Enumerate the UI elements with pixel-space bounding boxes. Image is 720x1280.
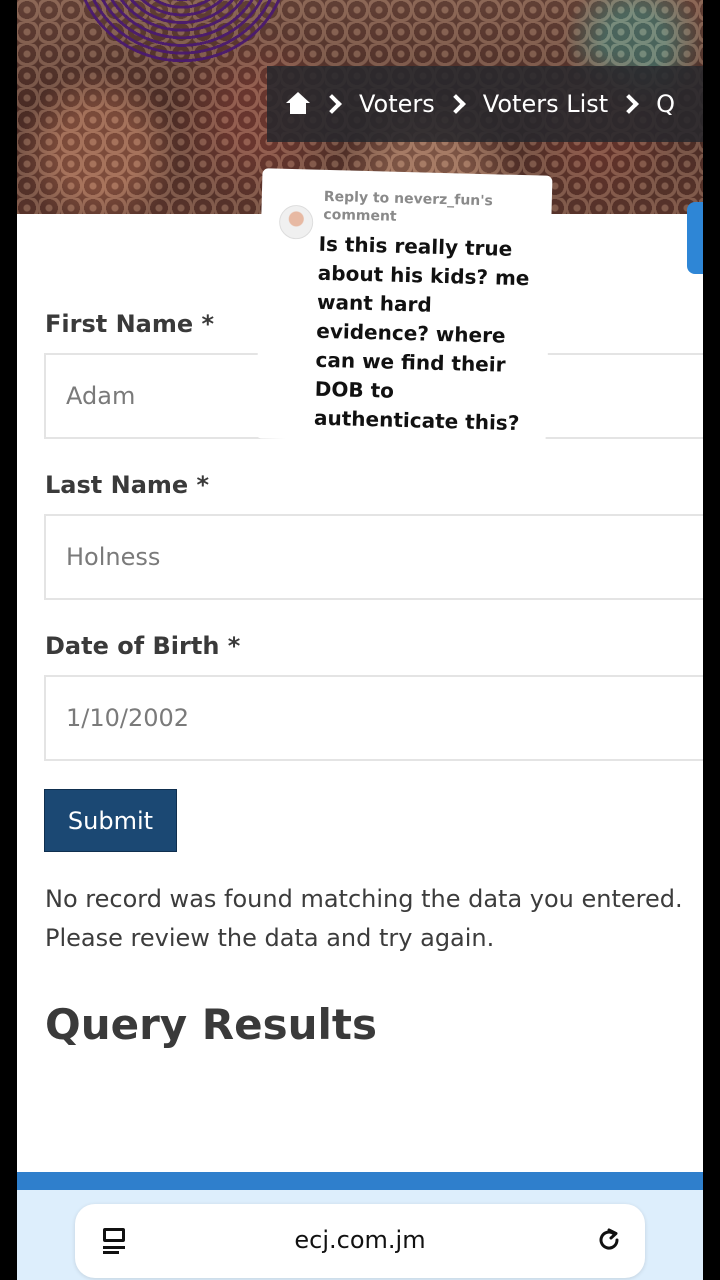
comment-text: Is this really true about his kids? me w…	[313, 231, 530, 436]
breadcrumb-query[interactable]: Q	[656, 90, 675, 118]
url-text: ecj.com.jm	[294, 1226, 426, 1254]
home-icon[interactable]	[285, 92, 311, 116]
last-name-input[interactable]: Holness	[44, 514, 703, 600]
reply-to-label: Reply to neverz_fun's comment	[323, 188, 494, 225]
last-name-value: Holness	[66, 543, 161, 571]
breadcrumb-voters-list[interactable]: Voters List	[483, 90, 608, 118]
chevron-right-icon	[619, 94, 640, 114]
breadcrumb: Voters Voters List Q	[267, 66, 703, 142]
chevron-right-icon	[445, 94, 466, 114]
side-tab-handle[interactable]	[687, 202, 703, 274]
no-record-message: No record was found matching the data yo…	[45, 885, 683, 952]
address-bar[interactable]: ecj.com.jm	[75, 1204, 645, 1278]
dob-value: 1/10/2002	[66, 704, 190, 732]
dob-input[interactable]: 1/10/2002	[44, 675, 703, 761]
first-name-value: Adam	[66, 382, 136, 410]
avatar	[278, 204, 314, 240]
footer-stripe	[17, 1172, 703, 1190]
chevron-right-icon	[322, 94, 342, 114]
last-name-label: Last Name *	[45, 471, 210, 499]
page-frame: Voters Voters List Q First Name * Adam L…	[17, 0, 703, 1280]
breadcrumb-voters[interactable]: Voters	[359, 90, 435, 118]
dob-label: Date of Birth *	[45, 632, 241, 660]
query-results-heading: Query Results	[45, 1000, 378, 1049]
reply-comment-overlay: Reply to neverz_fun's comment Is this re…	[255, 168, 553, 446]
reload-icon[interactable]	[595, 1226, 623, 1254]
submit-button[interactable]: Submit	[44, 789, 177, 852]
first-name-label: First Name *	[45, 310, 215, 338]
